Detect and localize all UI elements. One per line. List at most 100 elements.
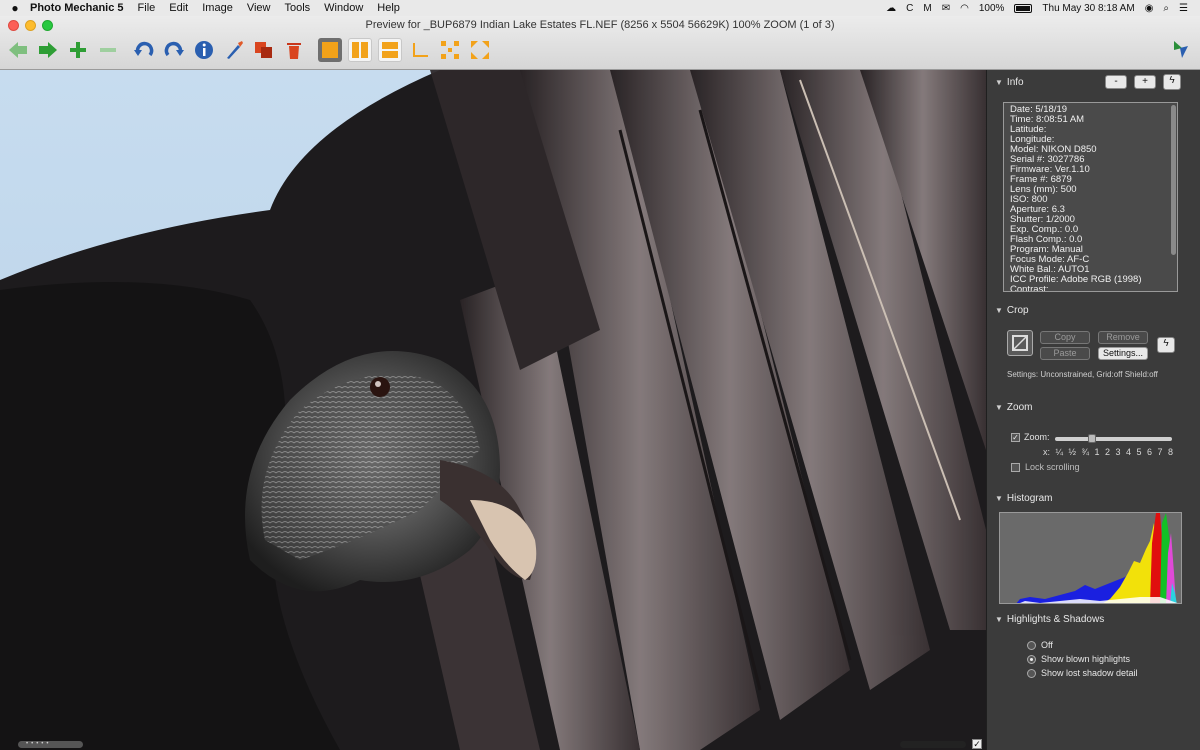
crop-button[interactable]	[408, 38, 432, 62]
highlights-section-header[interactable]: ▼ Highlights & Shadows	[995, 614, 1104, 625]
add-button[interactable]	[66, 38, 90, 62]
lightning-icon: ϟ	[1163, 338, 1169, 349]
mail-icon[interactable]: ✉	[942, 3, 950, 14]
single-view-icon	[322, 42, 338, 58]
window-titlebar: Preview for _BUP6879 Indian Lake Estates…	[0, 16, 1200, 70]
rotate-left-icon	[134, 41, 154, 57]
zoom-title: Zoom	[1006, 402, 1033, 413]
navigator-dots: •••••	[26, 741, 52, 747]
info-button[interactable]	[192, 38, 216, 62]
radio-highlights-label: Show blown highlights	[1041, 654, 1131, 664]
inspector-panel: ▼ Info - + ϟ Date: 5/18/19 Time: 8:08:51 …	[986, 70, 1200, 750]
c-app-icon[interactable]: C	[906, 3, 913, 14]
remove-button[interactable]	[96, 38, 120, 62]
radio-show-blown-highlights[interactable]: Show blown highlights	[1027, 654, 1130, 664]
radio-button-selected[interactable]	[1027, 654, 1036, 664]
side-by-side-icon	[352, 42, 368, 58]
siri-icon[interactable]: ◉	[1145, 3, 1154, 14]
menu-file[interactable]: File	[138, 2, 156, 14]
delete-button[interactable]	[282, 38, 306, 62]
crop-settings-button[interactable]: Settings...	[1098, 347, 1148, 360]
menu-help[interactable]: Help	[377, 2, 400, 14]
trash-icon	[287, 43, 301, 59]
photo-mechanic-logo-icon	[1174, 41, 1188, 58]
single-view-button[interactable]	[318, 38, 342, 62]
horizontal-scrollbar[interactable]	[900, 741, 966, 748]
radio-off[interactable]: Off	[1027, 640, 1053, 650]
crop-lightning-button[interactable]: ϟ	[1157, 337, 1175, 353]
info-plus-button[interactable]: +	[1134, 75, 1156, 89]
info-list[interactable]: Date: 5/18/19 Time: 8:08:51 AM Latitude: Lo…	[1003, 102, 1178, 292]
stacked-view-icon	[382, 42, 398, 58]
lightning-icon: ϟ	[1169, 75, 1175, 86]
side-by-side-button[interactable]	[348, 38, 372, 62]
menu-image[interactable]: Image	[202, 2, 233, 14]
histogram-section-header[interactable]: ▼ Histogram	[995, 493, 1053, 504]
grid-expand-button[interactable]	[438, 38, 462, 62]
lock-scrolling-row: Lock scrolling	[1011, 462, 1080, 472]
lock-scrolling-checkbox[interactable]	[1011, 462, 1020, 472]
edit-button[interactable]	[222, 38, 246, 62]
copy-button[interactable]	[252, 38, 276, 62]
disclosure-triangle-icon[interactable]: ▼	[995, 403, 1003, 412]
preview-checkbox[interactable]: ✓	[972, 739, 982, 749]
rotate-right-button[interactable]	[162, 38, 186, 62]
app-menu[interactable]: Photo Mechanic 5	[30, 2, 124, 14]
crop-remove-button[interactable]: Remove	[1098, 331, 1148, 344]
battery-icon[interactable]	[1014, 3, 1033, 13]
stacked-view-button[interactable]	[378, 38, 402, 62]
notification-center-icon[interactable]: ☰	[1179, 3, 1188, 14]
battery-percent: 100%	[978, 2, 1005, 14]
menu-window[interactable]: Window	[324, 2, 363, 14]
status-area: ☁ C M ✉ ◠ 100% Thu May 30 8:18 AM ◉ ⌕ ☰	[886, 3, 1200, 14]
info-minus-button[interactable]: -	[1105, 75, 1127, 89]
disclosure-triangle-icon[interactable]: ▼	[995, 615, 1003, 624]
rotate-right-icon	[164, 41, 184, 57]
histogram-graph	[999, 512, 1182, 604]
spotlight-search-icon[interactable]: ⌕	[1163, 3, 1169, 14]
radio-button[interactable]	[1027, 668, 1036, 678]
menu-tools[interactable]: Tools	[284, 2, 310, 14]
crop-corner-icon	[413, 43, 428, 57]
clock[interactable]: Thu May 30 8:18 AM	[1042, 3, 1134, 14]
crop-settings-text: Settings: Unconstrained, Grid:off Shield…	[1007, 370, 1158, 379]
fit-expand-button[interactable]	[468, 38, 492, 62]
crop-copy-button[interactable]: Copy	[1040, 331, 1090, 344]
menu-edit[interactable]: Edit	[169, 2, 188, 14]
radio-show-lost-shadow[interactable]: Show lost shadow detail	[1027, 668, 1138, 678]
window-title: Preview for _BUP6879 Indian Lake Estates…	[365, 19, 835, 31]
disclosure-triangle-icon[interactable]: ▼	[995, 78, 1003, 87]
radio-button[interactable]	[1027, 640, 1036, 650]
menu-view[interactable]: View	[247, 2, 271, 14]
crop-tool-button[interactable]	[1007, 330, 1033, 356]
previous-button[interactable]	[6, 38, 30, 62]
next-button[interactable]	[36, 38, 60, 62]
creative-cloud-icon[interactable]: ☁	[886, 3, 896, 14]
disclosure-triangle-icon[interactable]: ▼	[995, 306, 1003, 315]
copy-icon	[255, 42, 272, 58]
remove-icon	[100, 48, 116, 52]
info-scrollbar[interactable]	[1171, 105, 1176, 255]
apple-menu-icon[interactable]: ●	[0, 1, 30, 15]
wifi-icon[interactable]: ◠	[960, 3, 969, 14]
zoom-slider[interactable]	[1055, 434, 1172, 443]
zoom-row: ✓ Zoom:	[1011, 432, 1050, 442]
info-lightning-button[interactable]: ϟ	[1163, 74, 1181, 90]
forward-arrow-icon	[39, 42, 57, 58]
crop-section-header[interactable]: ▼ Crop	[995, 305, 1029, 316]
radio-shadow-label: Show lost shadow detail	[1041, 668, 1138, 678]
radio-off-label: Off	[1041, 640, 1053, 650]
malwarebytes-icon[interactable]: M	[923, 3, 931, 14]
photo-preview[interactable]: ••••• ✓	[0, 70, 986, 750]
rotate-left-button[interactable]	[132, 38, 156, 62]
grid-expand-icon	[441, 41, 459, 59]
histogram-title: Histogram	[1006, 493, 1053, 504]
crop-paste-button[interactable]: Paste	[1040, 347, 1090, 360]
zoom-section-header[interactable]: ▼ Zoom	[995, 402, 1032, 413]
zoom-checkbox[interactable]: ✓	[1011, 432, 1020, 442]
histogram-plot	[1016, 513, 1178, 603]
info-section-header[interactable]: ▼ Info	[995, 77, 1024, 88]
zoom-slider-knob[interactable]	[1087, 434, 1096, 443]
disclosure-triangle-icon[interactable]: ▼	[995, 494, 1003, 503]
highlights-title: Highlights & Shadows	[1006, 614, 1105, 625]
